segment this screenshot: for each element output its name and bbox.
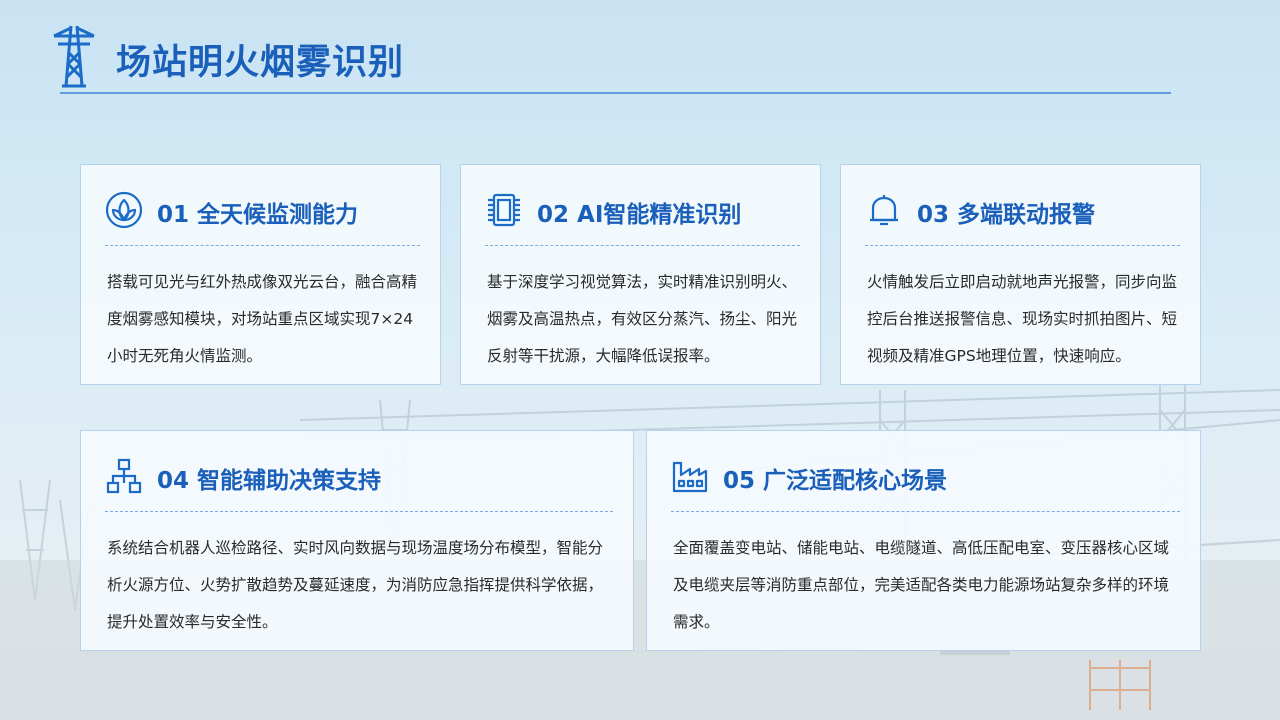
card-divider	[105, 511, 613, 512]
feature-card-3: 03 多端联动报警 火情触发后立即启动就地声光报警，同步向监控后台推送报警信息、…	[840, 164, 1201, 385]
card-description: 全面覆盖变电站、储能电站、电缆隧道、高低压配电室、变压器核心区域及电缆夹层等消防…	[673, 539, 1170, 631]
card-description: 搭载可见光与红外热成像双光云台，融合高精度烟雾感知模块，对场站重点区域实现7×2…	[107, 273, 418, 365]
power-tower-icon	[53, 25, 95, 88]
card-header: 03 多端联动报警	[865, 187, 1180, 231]
bell-icon	[870, 195, 898, 226]
card-description: 火情触发后立即启动就地声光报警，同步向监控后台推送报警信息、现场实时抓拍图片、短…	[867, 273, 1178, 365]
card-divider	[865, 245, 1180, 246]
page-title: 场站明火烟雾识别	[116, 43, 405, 83]
card-title: 05 广泛适配核心场景	[723, 468, 948, 494]
card-title: 03 多端联动报警	[917, 202, 1096, 228]
factory-icon	[672, 461, 708, 493]
card-divider	[105, 245, 420, 246]
feature-card-2: 02 AI智能精准识别 基于深度学习视觉算法，实时精准识别明火、烟雾及高温热点，…	[460, 164, 821, 385]
card-title: 04 智能辅助决策支持	[157, 468, 382, 494]
card-header: 01 全天候监测能力	[105, 187, 420, 231]
header-divider	[60, 92, 1171, 94]
feature-card-4: 04 智能辅助决策支持 系统结合机器人巡检路径、实时风向数据与现场温度场分布模型…	[80, 430, 634, 651]
chip-icon	[488, 193, 520, 227]
card-header: 04 智能辅助决策支持	[105, 453, 613, 497]
feature-card-1: 01 全天候监测能力 搭载可见光与红外热成像双光云台，融合高精度烟雾感知模块，对…	[80, 164, 441, 385]
card-header: 02 AI智能精准识别	[485, 187, 800, 231]
hierarchy-icon	[106, 458, 142, 494]
card-divider	[485, 245, 800, 246]
card-description: 系统结合机器人巡检路径、实时风向数据与现场温度场分布模型，智能分析火源方位、火势…	[107, 539, 604, 631]
card-header: 05 广泛适配核心场景	[671, 453, 1180, 497]
card-divider	[671, 511, 1180, 512]
page-header: 场站明火烟雾识别	[50, 22, 1180, 94]
card-title: 02 AI智能精准识别	[537, 202, 742, 228]
card-description: 基于深度学习视觉算法，实时精准识别明火、烟雾及高温热点，有效区分蒸汽、扬尘、阳光…	[487, 273, 798, 365]
feature-card-5: 05 广泛适配核心场景 全面覆盖变电站、储能电站、电缆隧道、高低压配电室、变压器…	[646, 430, 1201, 651]
card-title: 01 全天候监测能力	[157, 202, 359, 228]
leaf-sprout-icon	[105, 191, 143, 229]
